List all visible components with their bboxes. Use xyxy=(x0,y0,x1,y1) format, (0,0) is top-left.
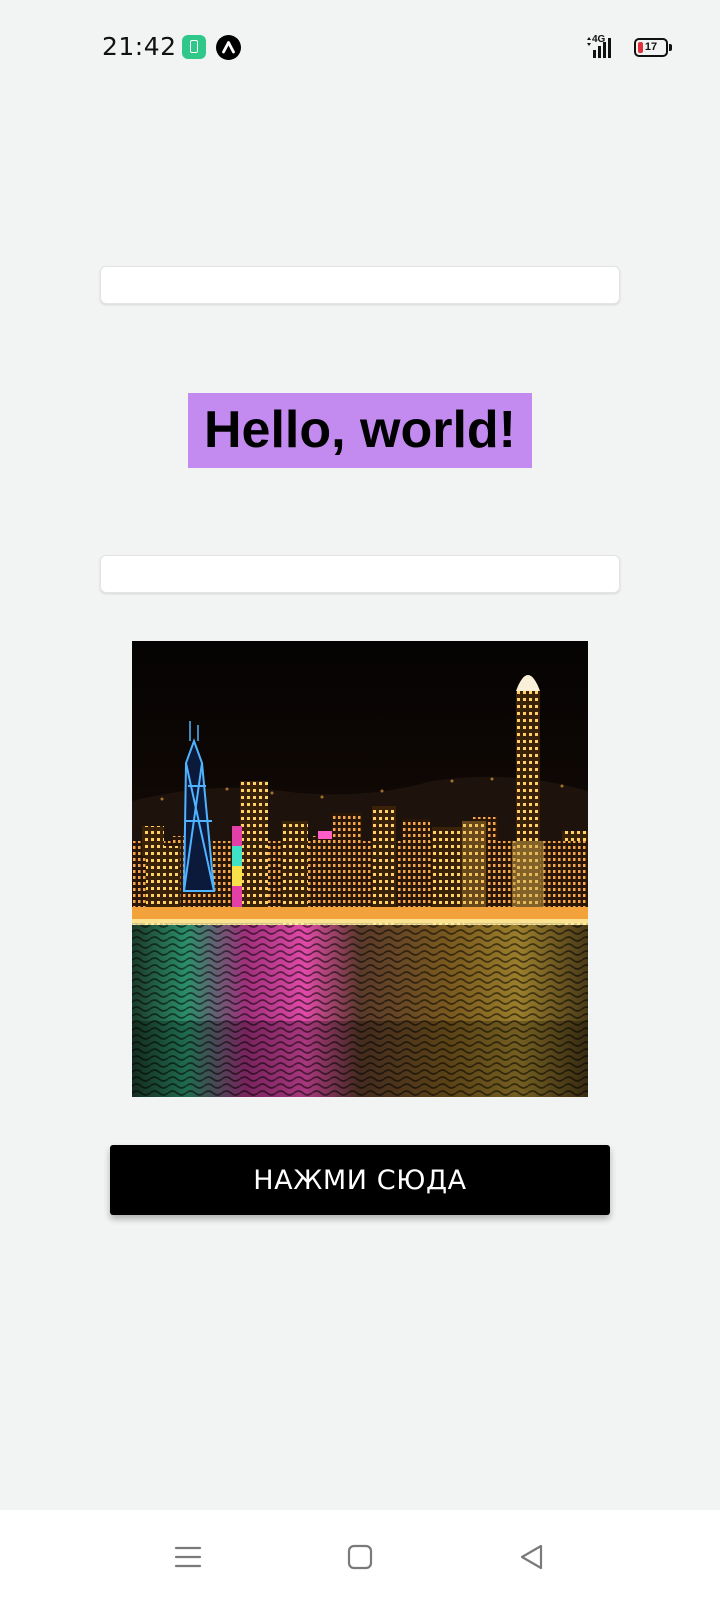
battery-saver-icon xyxy=(182,35,206,59)
system-navigation-bar xyxy=(0,1510,720,1600)
status-bar: 21:42 4G 17 xyxy=(0,0,720,96)
app-notification-icon xyxy=(216,35,241,60)
city-skyline-image xyxy=(132,641,588,1097)
top-text-field[interactable] xyxy=(100,266,620,304)
bottom-text-field[interactable] xyxy=(100,555,620,593)
back-icon[interactable] xyxy=(507,1532,557,1582)
battery-level-label: 17 xyxy=(644,41,658,53)
greeting-label: Hello, world! xyxy=(188,393,532,468)
greeting-container: Hello, world! xyxy=(0,393,720,468)
signal-strength-icon xyxy=(587,37,611,58)
menu-icon[interactable] xyxy=(163,1532,213,1582)
battery-icon: 17 xyxy=(634,38,672,57)
press-here-button[interactable]: НАЖМИ СЮДА xyxy=(110,1145,610,1215)
home-icon[interactable] xyxy=(335,1532,385,1582)
night-city-skyline-icon xyxy=(132,641,588,1097)
status-time: 21:42 xyxy=(102,32,177,61)
